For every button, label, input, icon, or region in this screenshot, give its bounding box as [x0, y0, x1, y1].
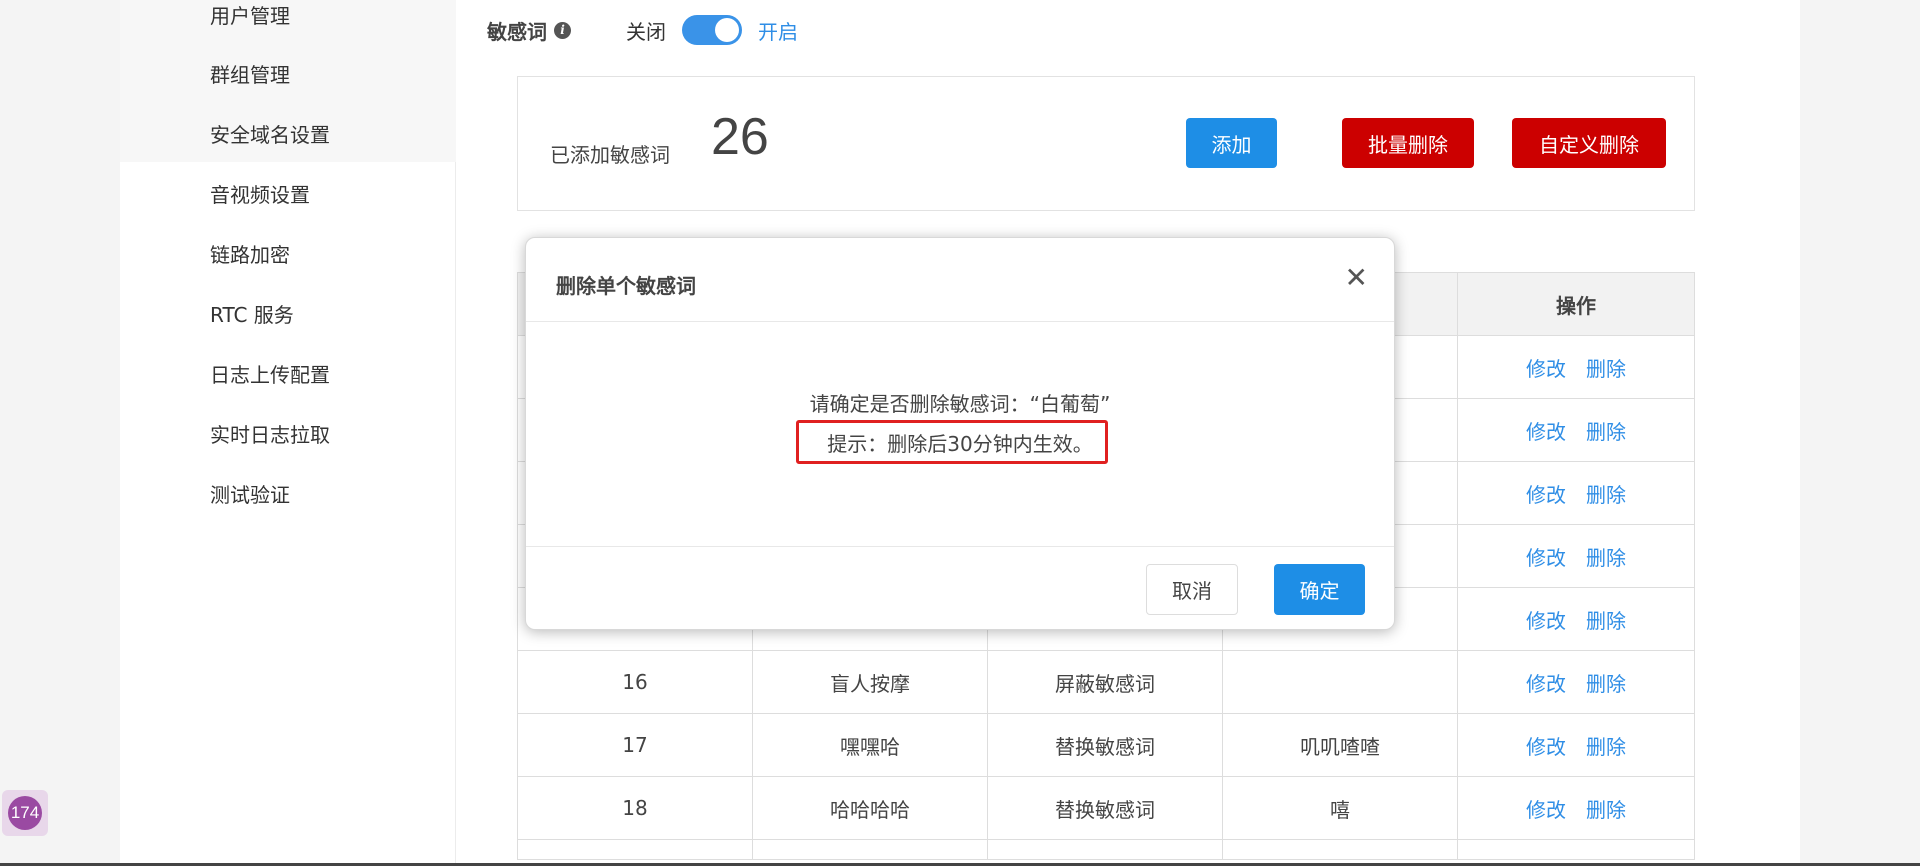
info-icon[interactable]: i — [554, 21, 571, 39]
cell-replace — [1222, 651, 1458, 714]
toggle-knob — [715, 18, 739, 42]
sidebar-item-user-management[interactable]: 用户管理 — [210, 2, 290, 30]
page-number-badge: 174 — [2, 790, 48, 836]
dialog-title: 删除单个敏感词 — [556, 274, 696, 298]
dialog-tip: 提示：删除后30分钟内生效。 — [827, 432, 1093, 456]
dialog-footer-divider — [526, 546, 1394, 547]
cell-index — [517, 840, 753, 860]
edit-link[interactable]: 修改 — [1526, 353, 1566, 382]
cell-replace: 嘻 — [1222, 777, 1458, 840]
sidebar: 用户管理 群组管理 安全域名设置 音视频设置 链路加密 RTC 服务 日志上传配… — [120, 0, 456, 866]
cell-actions: 修改 删除 — [1457, 651, 1695, 714]
edit-link[interactable]: 修改 — [1526, 605, 1566, 634]
sidebar-item-test-verify[interactable]: 测试验证 — [210, 481, 290, 509]
delete-link[interactable]: 删除 — [1586, 542, 1626, 571]
cell-actions: 修改 删除 — [1457, 336, 1695, 399]
cell-actions: 修改 删除 — [1457, 714, 1695, 777]
cell-actions: 修改 删除 — [1457, 777, 1695, 840]
delete-link[interactable]: 删除 — [1586, 668, 1626, 697]
sensitive-word-title: 敏感词 — [487, 19, 547, 44]
cell-word: 哈哈哈哈 — [752, 777, 988, 840]
custom-delete-button[interactable]: 自定义删除 — [1512, 118, 1666, 168]
summary-panel: 已添加敏感词 26 添加 批量删除 自定义删除 — [517, 76, 1695, 211]
table-header-action: 操作 — [1457, 272, 1695, 336]
cancel-button[interactable]: 取消 — [1146, 564, 1238, 615]
table-row: 16 盲人按摩 屏蔽敏感词 修改 删除 — [517, 651, 1695, 714]
table-row: 18 哈哈哈哈 替换敏感词 嘻 修改 删除 — [517, 777, 1695, 840]
cell-word: 盲人按摩 — [752, 651, 988, 714]
edit-link[interactable]: 修改 — [1526, 479, 1566, 508]
cell-actions: 修改 删除 — [1457, 399, 1695, 462]
sidebar-item-log-upload[interactable]: 日志上传配置 — [210, 361, 330, 389]
delete-link[interactable]: 删除 — [1586, 416, 1626, 445]
edit-link[interactable]: 修改 — [1526, 416, 1566, 445]
delete-link[interactable]: 删除 — [1586, 794, 1626, 823]
sidebar-item-link-encryption[interactable]: 链路加密 — [210, 241, 290, 269]
cell-type: 替换敏感词 — [987, 777, 1223, 840]
cell-type: 替换敏感词 — [987, 714, 1223, 777]
edit-link[interactable]: 修改 — [1526, 668, 1566, 697]
switch-off-label: 关闭 — [626, 19, 666, 44]
close-icon[interactable]: ✕ — [1345, 264, 1368, 292]
batch-delete-button[interactable]: 批量删除 — [1342, 118, 1474, 168]
cell-actions: 修改 删除 — [1457, 588, 1695, 651]
cell-actions: 修改 删除 — [1457, 525, 1695, 588]
cell-actions — [1457, 840, 1695, 860]
page-number: 174 — [8, 796, 42, 830]
dialog-divider — [526, 321, 1394, 322]
cell-actions: 修改 删除 — [1457, 462, 1695, 525]
switch-on-label: 开启 — [758, 19, 798, 44]
table-row-partial — [517, 840, 1695, 860]
cell-replace: 叽叽喳喳 — [1222, 714, 1458, 777]
add-button[interactable]: 添加 — [1186, 118, 1277, 168]
edit-link[interactable]: 修改 — [1526, 542, 1566, 571]
sidebar-item-group-management[interactable]: 群组管理 — [210, 61, 290, 89]
delete-link[interactable]: 删除 — [1586, 479, 1626, 508]
sensitive-word-toggle[interactable] — [682, 15, 742, 45]
cell-word: 嘿嘿哈 — [752, 714, 988, 777]
sidebar-item-realtime-log[interactable]: 实时日志拉取 — [210, 421, 330, 449]
delete-link[interactable]: 删除 — [1586, 605, 1626, 634]
delete-link[interactable]: 删除 — [1586, 731, 1626, 760]
added-count-value: 26 — [711, 108, 769, 166]
cell-index: 16 — [517, 651, 753, 714]
sidebar-item-safe-domain[interactable]: 安全域名设置 — [210, 121, 330, 149]
cell-word — [752, 840, 988, 860]
delete-link[interactable]: 删除 — [1586, 353, 1626, 382]
confirm-button[interactable]: 确定 — [1274, 564, 1365, 615]
sidebar-item-rtc-service[interactable]: RTC 服务 — [210, 301, 294, 329]
sensitive-word-switch-row: 敏感词 i 关闭 开启 — [487, 12, 798, 48]
edit-link[interactable]: 修改 — [1526, 731, 1566, 760]
dialog-message: 请确定是否删除敏感词：“白葡萄” — [809, 392, 1111, 416]
cell-index: 17 — [517, 714, 753, 777]
cell-replace — [1222, 840, 1458, 860]
edit-link[interactable]: 修改 — [1526, 794, 1566, 823]
cell-type: 屏蔽敏感词 — [987, 651, 1223, 714]
added-count-label: 已添加敏感词 — [550, 143, 670, 167]
sidebar-item-av-settings[interactable]: 音视频设置 — [210, 181, 310, 209]
table-row: 17 嘿嘿哈 替换敏感词 叽叽喳喳 修改 删除 — [517, 714, 1695, 777]
cell-index: 18 — [517, 777, 753, 840]
cell-type — [987, 840, 1223, 860]
delete-confirm-dialog: 删除单个敏感词 ✕ 请确定是否删除敏感词：“白葡萄” 提示：删除后30分钟内生效… — [525, 237, 1395, 630]
